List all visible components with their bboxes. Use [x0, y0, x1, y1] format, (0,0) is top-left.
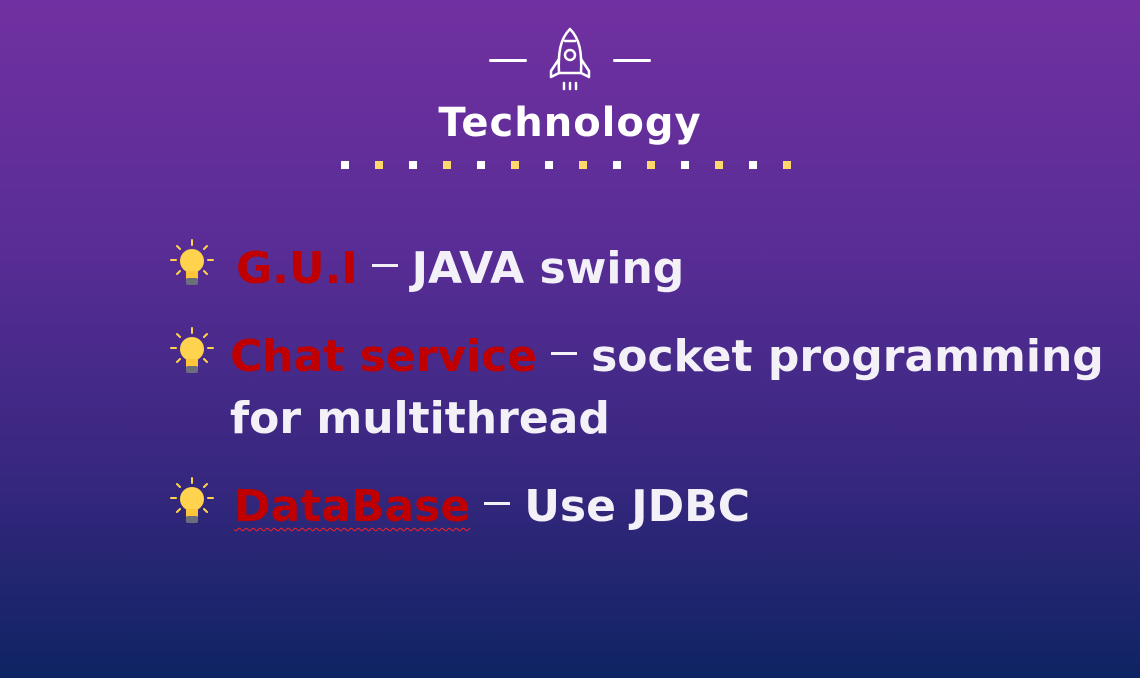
list-item: DataBase Use JDBC	[168, 476, 750, 538]
item-separator	[484, 501, 511, 505]
lightbulb-icon	[170, 239, 214, 285]
right-dash	[613, 58, 651, 62]
item-separator	[371, 263, 398, 267]
list-item-text: Chat service socket programming for multi…	[230, 326, 1104, 450]
item-keyword: G.U.I	[236, 243, 358, 294]
divider-dot	[375, 161, 383, 169]
item-description: socket programming	[591, 331, 1104, 382]
item-description-continued: for multithread	[230, 393, 610, 444]
divider-dot	[511, 161, 519, 169]
item-keyword: DataBase	[234, 481, 471, 532]
rocket-row	[0, 24, 1140, 96]
item-description: JAVA swing	[411, 243, 685, 294]
divider-dot	[341, 161, 349, 169]
divider-dot	[443, 161, 451, 169]
left-dash	[489, 58, 527, 62]
divider-dot	[579, 161, 587, 169]
item-keyword: Chat service	[230, 331, 538, 382]
list-item-text: G.U.I JAVA swing	[236, 238, 684, 300]
divider-dot	[545, 161, 553, 169]
divider-dot	[613, 161, 621, 169]
divider-dot	[783, 161, 791, 169]
list-item-text: DataBase Use JDBC	[234, 476, 750, 538]
dotted-divider	[341, 161, 817, 169]
divider-dot	[477, 161, 485, 169]
lightbulb-icon	[170, 477, 214, 523]
divider-dot	[409, 161, 417, 169]
divider-dot	[681, 161, 689, 169]
divider-dot	[715, 161, 723, 169]
slide-header: Technology	[0, 24, 1140, 146]
list-item: Chat service socket programming for multi…	[168, 326, 1104, 450]
list-item: G.U.I JAVA swing	[168, 238, 684, 300]
divider-dot	[749, 161, 757, 169]
rocket-icon	[549, 27, 591, 91]
divider-dot	[647, 161, 655, 169]
slide-title: Technology	[438, 100, 702, 146]
item-description: Use JDBC	[524, 481, 751, 532]
lightbulb-icon	[170, 327, 214, 373]
item-separator	[551, 351, 578, 355]
